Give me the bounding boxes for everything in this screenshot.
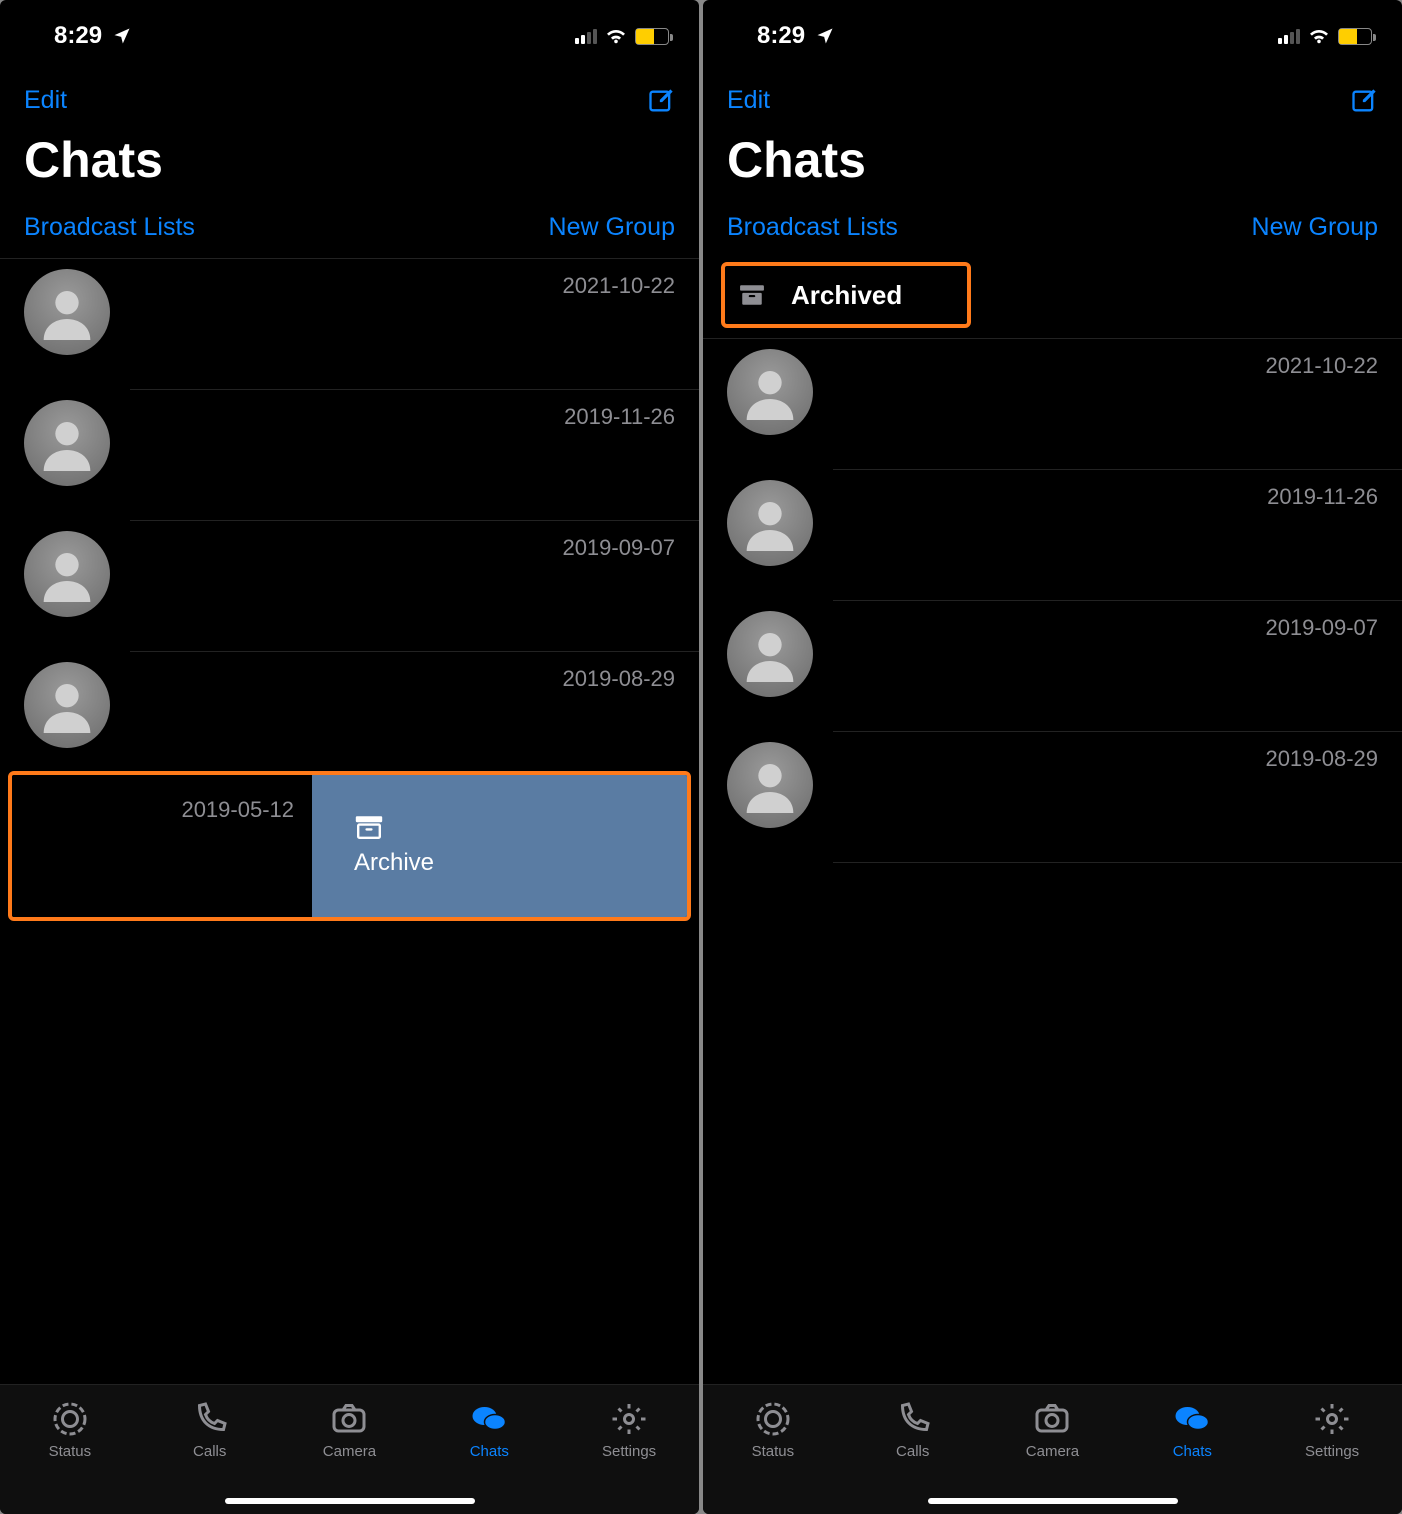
tab-bar: Status Calls Camera Chats Settings	[703, 1384, 1402, 1514]
status-icon	[753, 1401, 793, 1437]
avatar	[24, 662, 110, 748]
chat-date: 2019-11-26	[1267, 484, 1378, 510]
cellular-icon	[1278, 28, 1300, 44]
wifi-icon	[1308, 27, 1330, 45]
battery-icon	[1338, 28, 1372, 45]
tab-settings[interactable]: Settings	[579, 1401, 679, 1460]
chat-row[interactable]: 2019-09-07	[0, 521, 699, 652]
page-title: Chats	[703, 121, 1402, 207]
chat-date: 2019-11-26	[564, 404, 675, 430]
archive-label: Archive	[354, 849, 434, 877]
gear-icon	[609, 1401, 649, 1437]
chat-row[interactable]: 2019-08-29	[0, 652, 699, 767]
swipe-content: 2019-05-12	[12, 775, 312, 917]
compose-icon[interactable]	[647, 87, 675, 115]
camera-icon	[329, 1401, 369, 1437]
edit-button[interactable]: Edit	[24, 86, 67, 115]
chat-row[interactable]: 2019-08-29	[703, 732, 1402, 863]
chats-icon	[469, 1401, 509, 1437]
new-group-link[interactable]: New Group	[549, 213, 675, 242]
edit-button[interactable]: Edit	[727, 86, 770, 115]
phone-right: 8:29 Edit Chats Broadcast Lists New Grou…	[703, 0, 1402, 1514]
chat-date: 2019-08-29	[1265, 746, 1378, 772]
avatar	[24, 269, 110, 355]
phone-icon	[893, 1401, 933, 1437]
chat-list: 2021-10-22 2019-11-26 2019-09-07 2019-08…	[703, 339, 1402, 863]
chat-date: 2019-05-12	[181, 797, 294, 823]
chat-row[interactable]: 2021-10-22	[0, 259, 699, 390]
chat-list: 2021-10-22 2019-11-26 2019-09-07 2019-08…	[0, 258, 699, 921]
tab-calls[interactable]: Calls	[160, 1401, 260, 1460]
location-icon	[112, 26, 132, 46]
archived-label: Archived	[791, 280, 902, 311]
camera-icon	[1032, 1401, 1072, 1437]
avatar	[24, 531, 110, 617]
location-icon	[815, 26, 835, 46]
gear-icon	[1312, 1401, 1352, 1437]
battery-icon	[635, 28, 669, 45]
archive-icon	[739, 284, 765, 306]
chat-date: 2019-08-29	[562, 666, 675, 692]
avatar	[727, 480, 813, 566]
chat-row[interactable]: 2019-11-26	[0, 390, 699, 521]
chat-row[interactable]: 2019-09-07	[703, 601, 1402, 732]
chats-icon	[1172, 1401, 1212, 1437]
avatar	[727, 742, 813, 828]
chat-date: 2019-09-07	[1265, 615, 1378, 641]
chat-date: 2021-10-22	[1265, 353, 1378, 379]
home-indicator[interactable]	[928, 1498, 1178, 1504]
phone-icon	[190, 1401, 230, 1437]
broadcast-lists-link[interactable]: Broadcast Lists	[24, 213, 195, 242]
tab-calls[interactable]: Calls	[863, 1401, 963, 1460]
wifi-icon	[605, 27, 627, 45]
status-icon	[50, 1401, 90, 1437]
avatar	[727, 349, 813, 435]
swipe-row[interactable]: 2019-05-12 Archive	[8, 771, 691, 921]
cellular-icon	[575, 28, 597, 44]
chat-row[interactable]: 2019-11-26	[703, 470, 1402, 601]
avatar	[24, 400, 110, 486]
status-bar: 8:29	[0, 0, 699, 62]
status-icons	[575, 27, 669, 45]
status-bar: 8:29	[703, 0, 1402, 62]
compose-icon[interactable]	[1350, 87, 1378, 115]
tab-settings[interactable]: Settings	[1282, 1401, 1382, 1460]
tab-camera[interactable]: Camera	[299, 1401, 399, 1460]
tab-status[interactable]: Status	[20, 1401, 120, 1460]
avatar	[727, 611, 813, 697]
phone-left: 8:29 Edit Chats Broadcast Lists New Grou…	[0, 0, 699, 1514]
tab-chats[interactable]: Chats	[439, 1401, 539, 1460]
archive-action[interactable]: Archive	[312, 775, 687, 917]
home-indicator[interactable]	[225, 1498, 475, 1504]
chat-row[interactable]: 2021-10-22	[703, 339, 1402, 470]
page-title: Chats	[0, 121, 699, 207]
tab-bar: Status Calls Camera Chats Settings	[0, 1384, 699, 1514]
new-group-link[interactable]: New Group	[1252, 213, 1378, 242]
tab-chats[interactable]: Chats	[1142, 1401, 1242, 1460]
status-time: 8:29	[757, 22, 805, 50]
tab-camera[interactable]: Camera	[1002, 1401, 1102, 1460]
tab-status[interactable]: Status	[723, 1401, 823, 1460]
chat-date: 2021-10-22	[562, 273, 675, 299]
chat-date: 2019-09-07	[562, 535, 675, 561]
archive-icon	[354, 815, 384, 839]
archived-row[interactable]: Archived	[721, 262, 971, 328]
status-icons	[1278, 27, 1372, 45]
status-time: 8:29	[54, 22, 102, 50]
broadcast-lists-link[interactable]: Broadcast Lists	[727, 213, 898, 242]
